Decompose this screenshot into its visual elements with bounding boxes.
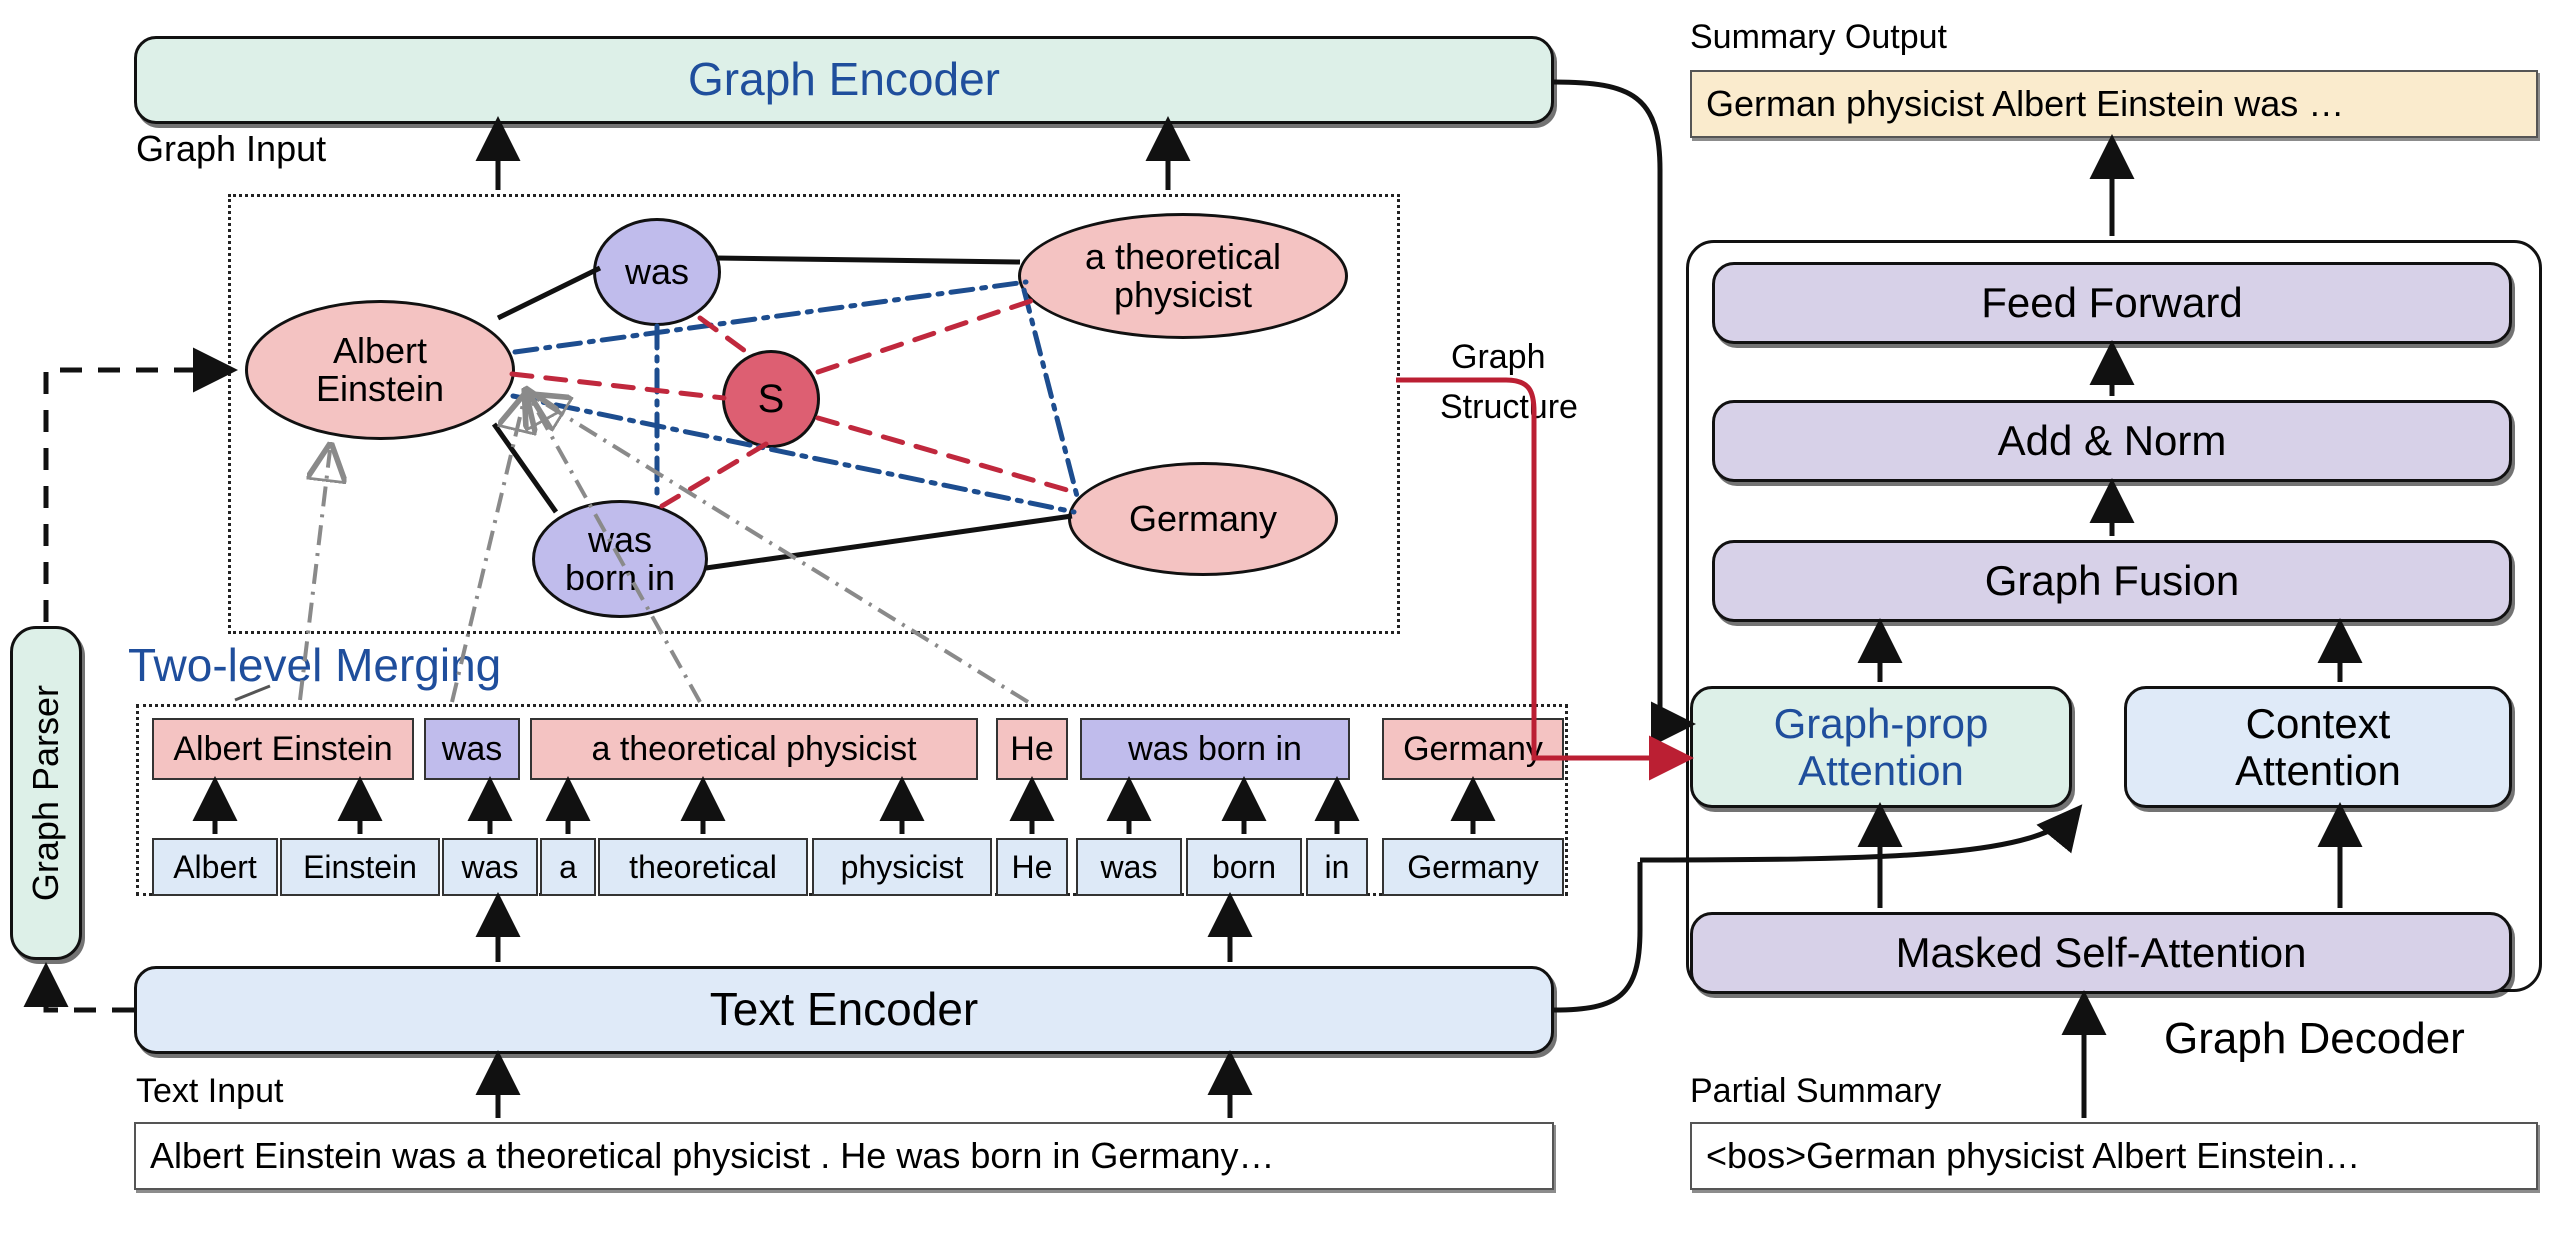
span-chip[interactable]: was born in: [1080, 718, 1350, 780]
token-chip[interactable]: physicist: [812, 838, 992, 896]
token-chip-label: born: [1211, 848, 1277, 885]
graph-decoder-label: Graph Decoder: [2164, 1014, 2465, 1063]
graph-structure-line: [1396, 377, 1694, 781]
feed-forward-box[interactable]: Feed Forward: [1712, 262, 2512, 344]
feed-forward-label: Feed Forward: [1981, 279, 2243, 327]
text-input-box[interactable]: Albert Einstein was a theoretical physic…: [134, 1122, 1554, 1190]
token-chip[interactable]: was: [1076, 838, 1182, 896]
context-attention-box[interactable]: Context Attention: [2124, 686, 2512, 808]
graph-node-albert-einstein[interactable]: Albert Einstein: [245, 300, 515, 440]
token-chip-label: a: [559, 848, 577, 885]
graph-node-label: was: [624, 251, 690, 293]
graph-node-germany[interactable]: Germany: [1068, 462, 1338, 576]
graph-input-label: Graph Input: [136, 128, 327, 169]
add-norm-label: Add & Norm: [1997, 417, 2227, 465]
token-chip-label: Einstein: [303, 848, 417, 885]
graph-node-label: Germany: [1128, 498, 1278, 540]
span-chip[interactable]: Albert Einstein: [152, 718, 414, 780]
graph-fusion-box[interactable]: Graph Fusion: [1712, 540, 2512, 622]
span-chip-label: Albert Einstein: [173, 729, 393, 768]
graph-prop-attention-label: Graph-prop Attention: [1773, 699, 1989, 794]
token-chip-label: Albert: [173, 848, 257, 885]
token-chip[interactable]: Albert: [152, 838, 278, 896]
span-chip[interactable]: a theoretical physicist: [530, 718, 978, 780]
graph-node-sentence[interactable]: S: [722, 350, 820, 448]
graph-parser-box[interactable]: Graph Parser: [10, 626, 82, 960]
partial-summary-value: <bos>German physicist Albert Einstein…: [1706, 1135, 2361, 1176]
token-chip-label: Germany: [1407, 848, 1539, 885]
graph-node-was-born-in[interactable]: was born in: [532, 500, 708, 618]
graph-parser-label: Graph Parser: [24, 684, 66, 902]
token-chip[interactable]: in: [1306, 838, 1368, 896]
graph-structure-label-line1: Graph: [1451, 338, 1546, 376]
token-chip-label: He: [1011, 848, 1053, 885]
token-chip-label: physicist: [840, 848, 964, 885]
graph-node-label: was born in: [564, 519, 676, 598]
span-chip[interactable]: was: [424, 718, 520, 780]
token-chip[interactable]: a: [540, 838, 596, 896]
add-norm-box[interactable]: Add & Norm: [1712, 400, 2512, 482]
span-chip[interactable]: He: [996, 718, 1068, 780]
span-chip-label: was born in: [1128, 729, 1302, 768]
token-chip[interactable]: born: [1186, 838, 1302, 896]
graph-encoder-box[interactable]: Graph Encoder: [134, 36, 1554, 124]
graph-encoder-label: Graph Encoder: [688, 53, 1000, 106]
text-encoder-label: Text Encoder: [709, 983, 979, 1036]
masked-self-attention-label: Masked Self-Attention: [1895, 929, 2307, 977]
graph-node-label: a theoretical physicist: [1084, 236, 1282, 315]
text-input-value: Albert Einstein was a theoretical physic…: [150, 1135, 1275, 1176]
token-chip-label: in: [1324, 848, 1350, 885]
text-encoder-box[interactable]: Text Encoder: [134, 966, 1554, 1054]
token-chip[interactable]: He: [996, 838, 1068, 896]
summary-output-value: German physicist Albert Einstein was …: [1706, 83, 2345, 124]
token-chip[interactable]: was: [442, 838, 538, 896]
token-chip[interactable]: theoretical: [598, 838, 808, 896]
graph-node-was[interactable]: was: [593, 218, 721, 326]
graph-node-label: S: [757, 377, 785, 421]
span-chip-label: a theoretical physicist: [591, 729, 917, 768]
text-input-label: Text Input: [136, 1072, 284, 1110]
token-chip[interactable]: Einstein: [280, 838, 440, 896]
context-attention-label: Context Attention: [2235, 699, 2401, 794]
span-chip[interactable]: Germany: [1382, 718, 1564, 780]
token-chip-label: was: [461, 848, 519, 885]
token-chip[interactable]: Germany: [1382, 838, 1564, 896]
graph-node-label: Albert Einstein: [315, 330, 445, 409]
summary-output-box: German physicist Albert Einstein was …: [1690, 70, 2538, 138]
masked-self-attention-box[interactable]: Masked Self-Attention: [1690, 912, 2512, 994]
span-chip-label: He: [1010, 729, 1054, 768]
graph-node-a-theoretical-physicist[interactable]: a theoretical physicist: [1018, 213, 1348, 339]
graph-prop-attention-box[interactable]: Graph-prop Attention: [1690, 686, 2072, 808]
graph-fusion-label: Graph Fusion: [1984, 557, 2240, 605]
summary-output-label: Summary Output: [1690, 18, 1947, 56]
token-chip-label: theoretical: [629, 848, 777, 885]
span-chip-label: was: [441, 729, 503, 768]
partial-summary-box[interactable]: <bos>German physicist Albert Einstein…: [1690, 1122, 2538, 1190]
partial-summary-label: Partial Summary: [1690, 1072, 1942, 1110]
span-chip-label: Germany: [1403, 729, 1543, 768]
token-chip-label: was: [1100, 848, 1158, 885]
graph-structure-label-line2: Structure: [1440, 388, 1578, 426]
two-level-merging-label: Two-level Merging: [128, 639, 502, 691]
